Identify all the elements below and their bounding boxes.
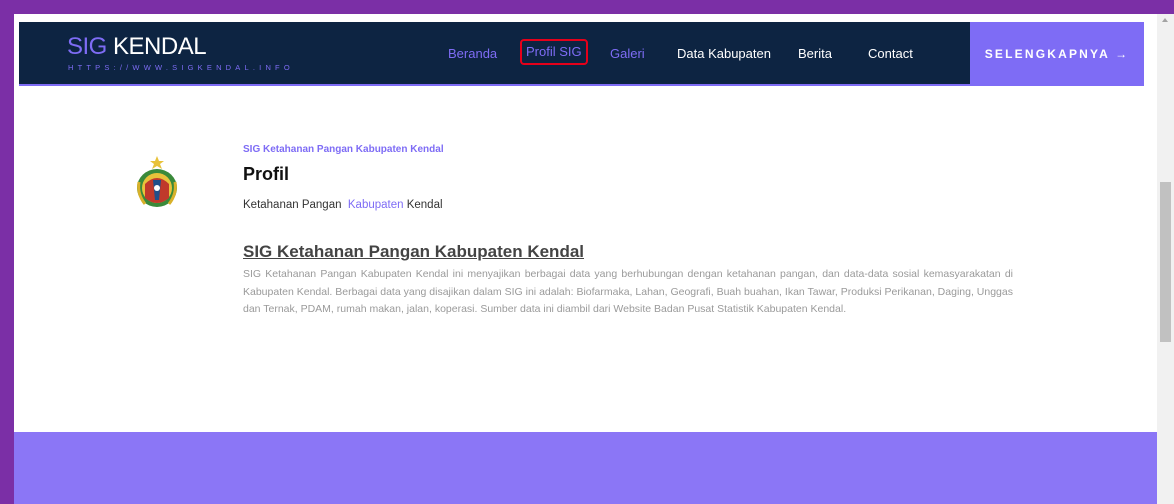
profile-eyebrow: SIG Ketahanan Pangan Kabupaten Kendal <box>243 144 444 155</box>
nav-berita[interactable]: Berita <box>798 46 832 62</box>
nav-profil-sig[interactable]: Profil SIG <box>520 39 588 65</box>
logo-url: HTTPS://WWW.SIGKENDAL.INFO <box>68 63 294 72</box>
scroll-thumb[interactable] <box>1160 182 1171 342</box>
breadcrumb-end: Kendal <box>406 199 443 211</box>
nav-beranda[interactable]: Beranda <box>448 46 497 62</box>
selengkapnya-button[interactable]: SELENGKAPNYA → <box>970 22 1144 86</box>
top-navbar: SIG KENDAL HTTPS://WWW.SIGKENDAL.INFO Be… <box>19 22 1144 86</box>
logo-sig: SIG <box>67 33 107 60</box>
nav-galeri[interactable]: Galeri <box>610 46 645 62</box>
footer-band <box>14 432 1157 504</box>
breadcrumb-link-kabupaten[interactable]: Kabupaten <box>348 199 404 211</box>
vertical-scrollbar[interactable] <box>1157 14 1174 504</box>
kendal-regency-emblem-icon <box>137 156 177 207</box>
section-title: SIG Ketahanan Pangan Kabupaten Kendal <box>243 242 585 261</box>
scroll-up-arrow-icon[interactable] <box>1162 18 1168 22</box>
nav-data-kabupaten[interactable]: Data Kabupaten <box>677 46 771 62</box>
nav-contact[interactable]: Contact <box>868 46 913 62</box>
section-body: SIG Ketahanan Pangan Kabupaten Kendal in… <box>243 268 1013 315</box>
page-title: Profil <box>243 164 290 184</box>
site-logo[interactable]: SIG KENDAL <box>67 33 207 60</box>
logo-kendal: KENDAL <box>113 33 207 60</box>
page-frame <box>14 14 1158 504</box>
breadcrumb-start: Ketahanan Pangan <box>243 199 342 211</box>
breadcrumb: Ketahanan Pangan Kabupaten Kendal <box>243 199 443 211</box>
